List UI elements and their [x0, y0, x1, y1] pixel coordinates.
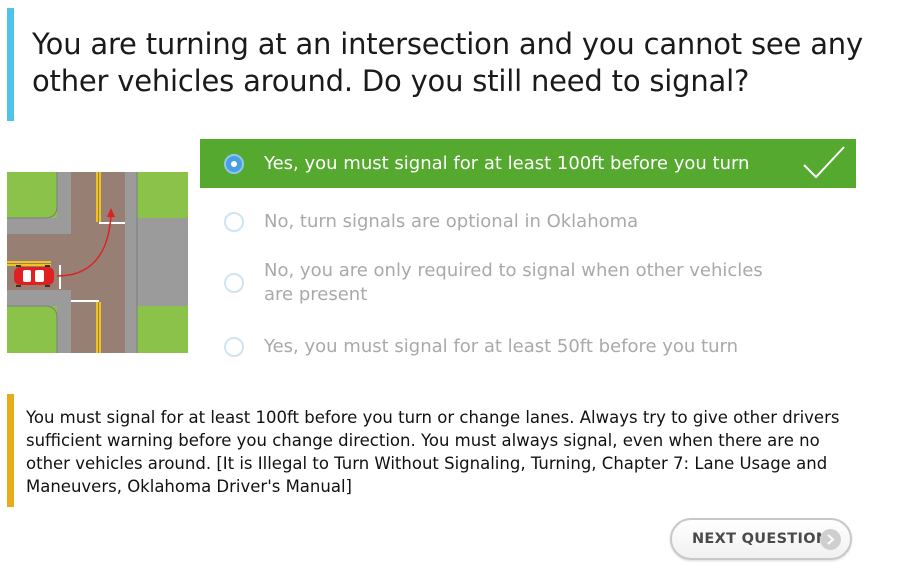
answer-label: No, turn signals are optional in Oklahom…: [264, 211, 639, 232]
next-question-button[interactable]: NEXT QUESTION: [670, 518, 852, 560]
explanation-block: You must signal for at least 100ft befor…: [7, 394, 867, 507]
intersection-illustration: [7, 172, 188, 353]
answer-label: No, you are only required to signal when…: [264, 260, 763, 305]
explanation-accent-bar: [7, 394, 14, 507]
next-question-label: NEXT QUESTION: [692, 531, 829, 547]
explanation-text: You must signal for at least 100ft befor…: [26, 408, 840, 496]
question-text: You are turning at an intersection and y…: [32, 27, 863, 98]
radio-icon[interactable]: [224, 337, 244, 357]
answer-option-4[interactable]: Yes, you must signal for at least 50ft b…: [200, 321, 856, 373]
question-accent-bar: [7, 8, 14, 121]
chevron-right-icon: [820, 529, 841, 550]
answer-option-1[interactable]: Yes, you must signal for at least 100ft …: [200, 139, 856, 188]
radio-selected-icon[interactable]: [224, 153, 244, 174]
question-block: You are turning at an intersection and y…: [7, 8, 887, 121]
answer-list: Yes, you must signal for at least 100ft …: [200, 139, 856, 373]
answer-option-2[interactable]: No, turn signals are optional in Oklahom…: [200, 197, 856, 247]
car-icon: [14, 265, 54, 287]
radio-icon[interactable]: [224, 212, 244, 232]
answer-label: Yes, you must signal for at least 50ft b…: [264, 336, 739, 357]
answer-label: Yes, you must signal for at least 100ft …: [264, 152, 750, 174]
radio-icon[interactable]: [224, 273, 244, 293]
answer-option-3[interactable]: No, you are only required to signal when…: [200, 255, 856, 311]
checkmark-icon: [803, 146, 845, 179]
